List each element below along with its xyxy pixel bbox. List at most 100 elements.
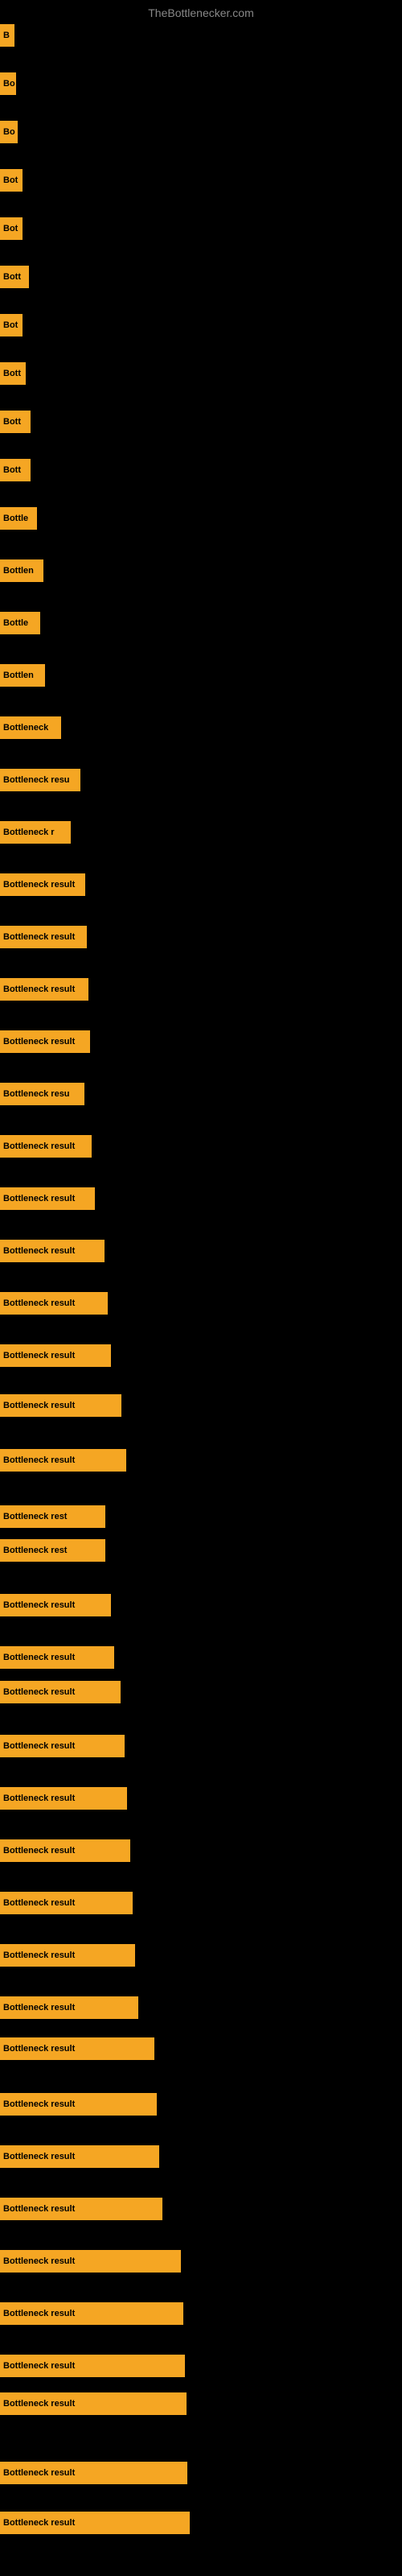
bar-label: Bottleneck	[3, 723, 48, 733]
bar-item: Bottleneck result	[0, 2198, 162, 2220]
bar-label: Bottleneck result	[3, 2152, 75, 2161]
bar-item: Bottleneck rest	[0, 1539, 105, 1562]
bar-item: Bottleneck result	[0, 2037, 154, 2060]
bar-label: Bottleneck r	[3, 828, 55, 837]
bar-label: Bottleneck result	[3, 1401, 75, 1410]
bar-item: Bottlen	[0, 559, 43, 582]
bar-item: Bottleneck	[0, 716, 61, 739]
site-title: TheBottlenecker.com	[0, 0, 402, 23]
bar-label: Bottleneck result	[3, 2256, 75, 2266]
bar-label: Bottleneck result	[3, 1194, 75, 1203]
bar-item: Bot	[0, 314, 23, 336]
bar-item: Bottleneck result	[0, 1240, 105, 1262]
bar-label: Bottleneck result	[3, 2468, 75, 2478]
bar-item: Bottleneck result	[0, 2512, 190, 2534]
bar-label: Bottleneck result	[3, 1455, 75, 1465]
bar-label: Bott	[3, 369, 21, 378]
bar-item: Bottleneck resu	[0, 769, 80, 791]
bar-label: Bottleneck result	[3, 2518, 75, 2528]
bar-item: Bott	[0, 411, 31, 433]
bar-item: Bottle	[0, 612, 40, 634]
bar-label: Bo	[3, 79, 15, 89]
bar-item: Bot	[0, 217, 23, 240]
bar-label: Bottleneck result	[3, 880, 75, 890]
bar-label: Bottleneck result	[3, 1037, 75, 1046]
bar-label: Bottleneck result	[3, 1141, 75, 1151]
bar-item: Bottleneck result	[0, 1292, 108, 1315]
bar-label: Bottleneck result	[3, 1351, 75, 1360]
bar-label: Bottleneck result	[3, 2044, 75, 2054]
bar-item: Bot	[0, 169, 23, 192]
bar-label: Bottleneck result	[3, 2003, 75, 2013]
bar-item: Bottleneck resu	[0, 1083, 84, 1105]
bar-label: Bottleneck result	[3, 932, 75, 942]
bar-label: Bottle	[3, 514, 28, 523]
bar-label: Bottleneck result	[3, 1653, 75, 1662]
bar-item: Bottleneck result	[0, 2302, 183, 2325]
bar-item: Bottleneck result	[0, 2355, 185, 2377]
bar-item: Bottleneck result	[0, 1344, 111, 1367]
bar-item: Bottleneck result	[0, 1944, 135, 1967]
bar-label: Bottleneck result	[3, 2204, 75, 2214]
bar-label: Bottleneck result	[3, 2399, 75, 2409]
bar-label: Bottleneck result	[3, 1741, 75, 1751]
bar-item: Bottleneck result	[0, 873, 85, 896]
bar-item: Bottleneck result	[0, 1787, 127, 1810]
bar-item: Bottleneck result	[0, 1996, 138, 2019]
bar-label: Bot	[3, 320, 18, 330]
bar-item: Bottleneck result	[0, 1646, 114, 1669]
bar-label: Bottleneck result	[3, 985, 75, 994]
bar-item: Bott	[0, 459, 31, 481]
bar-item: Bottleneck result	[0, 2250, 181, 2273]
bar-item: Bottleneck result	[0, 2093, 157, 2116]
bar-item: Bottleneck result	[0, 1394, 121, 1417]
bar-label: Bottleneck result	[3, 1600, 75, 1610]
bar-label: Bottleneck result	[3, 1298, 75, 1308]
bar-item: Bottleneck result	[0, 2462, 187, 2484]
bar-item: Bo	[0, 121, 18, 143]
bar-label: Bottleneck result	[3, 2361, 75, 2371]
bar-item: Bott	[0, 266, 29, 288]
bar-label: Bot	[3, 175, 18, 185]
bar-item: Bo	[0, 72, 16, 95]
bar-item: Bottlen	[0, 664, 45, 687]
bar-item: Bottleneck result	[0, 926, 87, 948]
bar-item: Bottle	[0, 507, 37, 530]
bar-item: Bottleneck result	[0, 978, 88, 1001]
bar-label: Bo	[3, 127, 15, 137]
bar-label: Bott	[3, 272, 21, 282]
bar-item: Bottleneck result	[0, 1449, 126, 1472]
bar-label: Bottlen	[3, 671, 34, 680]
bar-label: Bottleneck result	[3, 1846, 75, 1856]
bar-item: Bottleneck result	[0, 2392, 187, 2415]
bar-label: B	[3, 31, 10, 40]
bar-label: Bottleneck resu	[3, 1089, 70, 1099]
bar-item: Bottleneck result	[0, 1187, 95, 1210]
bar-label: Bot	[3, 224, 18, 233]
bar-label: Bottleneck rest	[3, 1546, 67, 1555]
bar-label: Bottleneck result	[3, 1898, 75, 1908]
bar-item: Bott	[0, 362, 26, 385]
bar-label: Bott	[3, 417, 21, 427]
bar-item: Bottleneck result	[0, 1030, 90, 1053]
bar-label: Bottleneck rest	[3, 1512, 67, 1521]
bar-item: Bottleneck rest	[0, 1505, 105, 1528]
bar-label: Bottleneck result	[3, 2309, 75, 2318]
bar-item: Bottleneck result	[0, 1735, 125, 1757]
bar-label: Bottle	[3, 618, 28, 628]
bar-item: Bottleneck result	[0, 1892, 133, 1914]
bar-item: Bottleneck result	[0, 1594, 111, 1616]
bar-label: Bottleneck result	[3, 2099, 75, 2109]
bar-item: Bottleneck result	[0, 1681, 121, 1703]
bar-label: Bottleneck result	[3, 1687, 75, 1697]
bar-item: Bottleneck r	[0, 821, 71, 844]
bar-label: Bottlen	[3, 566, 34, 576]
bar-item: B	[0, 24, 14, 47]
bar-label: Bottleneck result	[3, 1951, 75, 1960]
bar-label: Bottleneck result	[3, 1794, 75, 1803]
bar-item: Bottleneck result	[0, 1839, 130, 1862]
bar-item: Bottleneck result	[0, 2145, 159, 2168]
bar-item: Bottleneck result	[0, 1135, 92, 1158]
bar-label: Bottleneck result	[3, 1246, 75, 1256]
bar-label: Bottleneck resu	[3, 775, 70, 785]
